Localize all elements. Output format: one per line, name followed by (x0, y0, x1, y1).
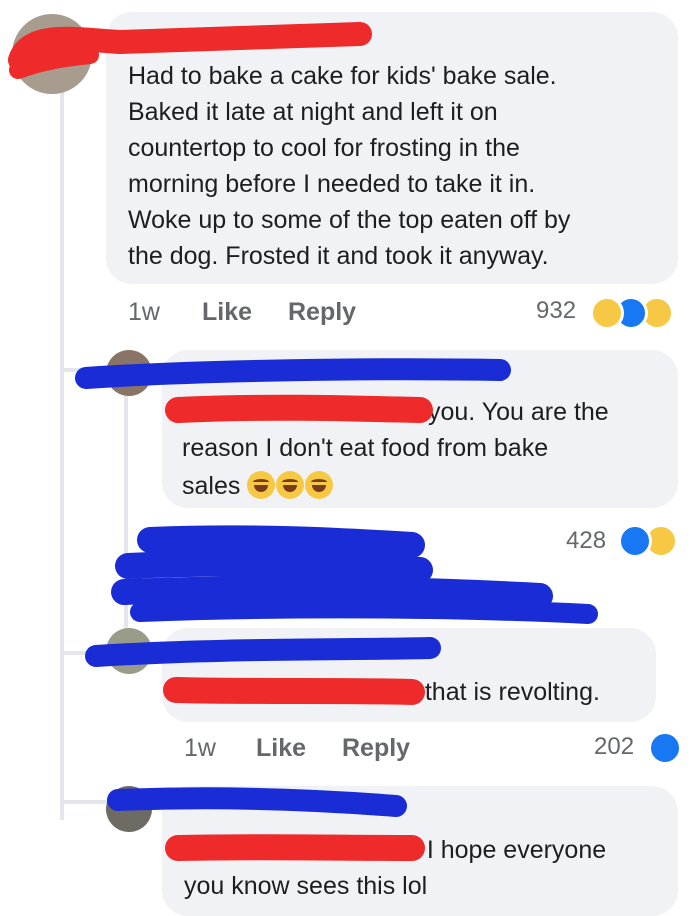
comment-text-line: you. You are the (428, 398, 609, 426)
reaction-count[interactable]: 932 (536, 297, 576, 325)
tears-of-joy-emoji-icon (247, 471, 276, 499)
comment-text-line: e I hope everyone (406, 836, 607, 864)
like-reaction-icon (648, 731, 682, 765)
comment-text: sales (182, 472, 241, 500)
thread-line-sub (124, 390, 128, 640)
comment-text-line: reason I don't eat food from bake (182, 434, 549, 462)
reaction-count[interactable]: 428 (566, 527, 606, 555)
tears-of-joy-emoji-icon (276, 471, 305, 499)
comment-text-line-with-emojis: sales (182, 468, 334, 504)
comment-text-line: morning before I needed to take it in. (128, 170, 536, 198)
avatar[interactable] (106, 350, 152, 396)
tears-of-joy-emoji-icon (305, 471, 334, 499)
avatar[interactable] (106, 628, 152, 674)
avatar[interactable] (106, 786, 152, 832)
reply-button[interactable]: Reply (342, 734, 410, 763)
reaction-count[interactable]: 202 (594, 733, 634, 761)
comment-text-line: Woke up to some of the top eaten off by (128, 206, 571, 234)
thread-line-main (60, 80, 64, 820)
like-button[interactable]: Like (202, 298, 252, 327)
comment-text-line: Baked it late at night and left it on (128, 98, 498, 126)
comment-text-line: the dog. Frosted it and took it anyway. (128, 242, 549, 270)
like-button[interactable]: Like (256, 734, 306, 763)
comment-text-line: countertop to cool for frosting in the (128, 134, 520, 162)
haha-reaction-icon (590, 296, 624, 330)
comment-timestamp[interactable]: 1w (128, 298, 160, 327)
like-reaction-icon (618, 524, 652, 558)
comment-text-line: e that is revolting. (404, 678, 600, 706)
comment-text-line: you know sees this lol (184, 872, 428, 900)
comment-timestamp[interactable]: 1w (184, 734, 216, 763)
reply-button[interactable]: Reply (288, 298, 356, 327)
comment-text-line: Had to bake a cake for kids' bake sale. (128, 62, 557, 90)
avatar[interactable] (12, 14, 92, 94)
